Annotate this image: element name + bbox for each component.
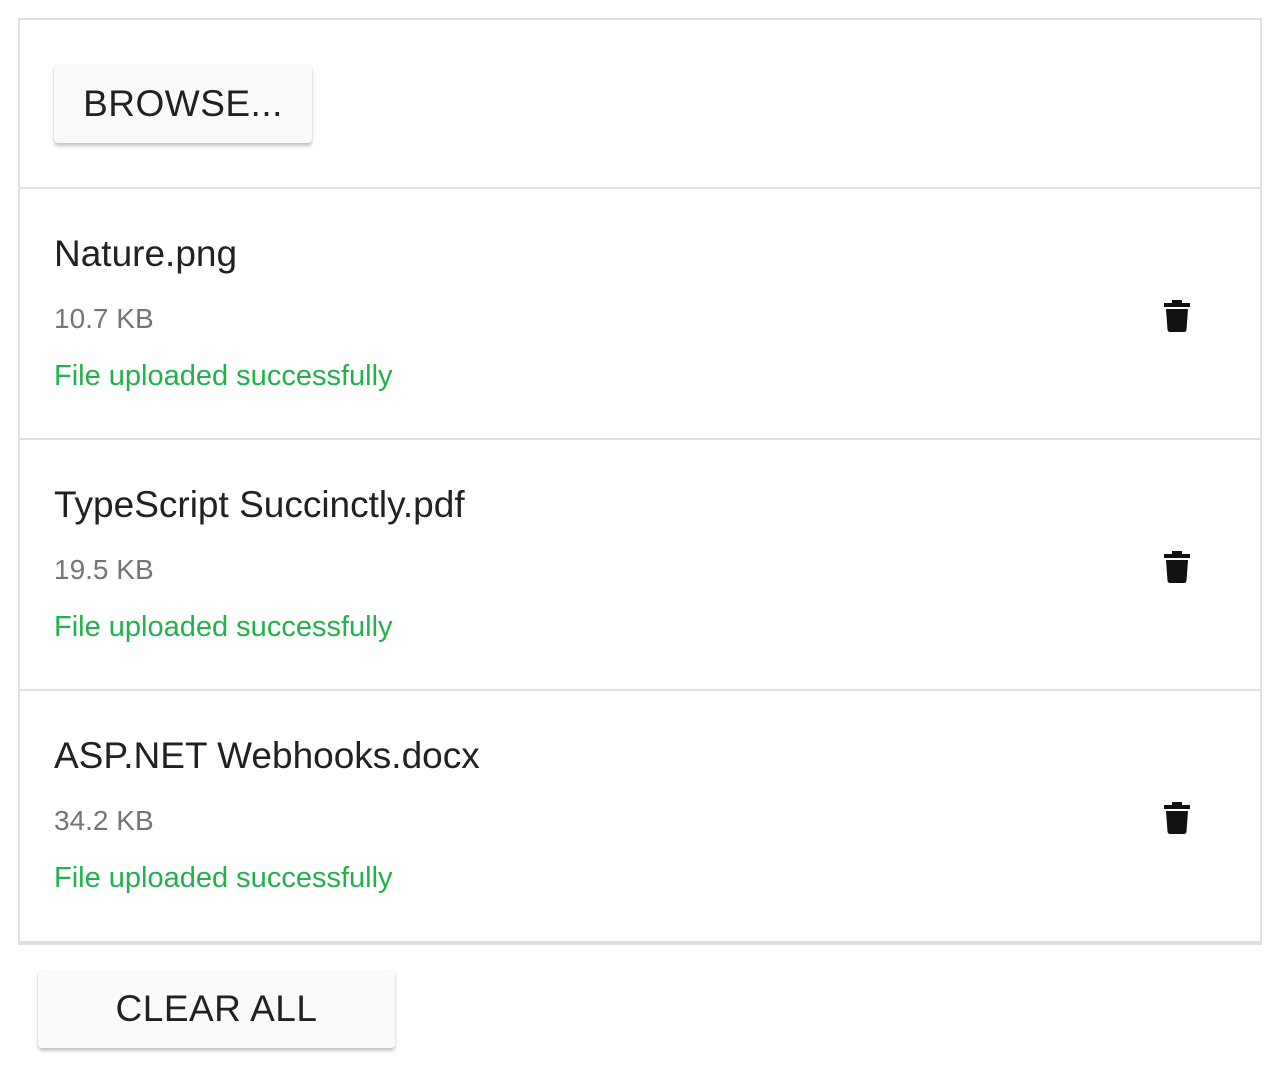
file-name: Nature.png: [54, 233, 238, 274]
file-name: TypeScript Succinctly.pdf: [54, 484, 465, 525]
delete-file-button[interactable]: [1156, 546, 1198, 588]
file-status: File uploaded successfully: [54, 360, 393, 392]
file-list-item: Nature.png 10.7 KB File uploaded success…: [20, 189, 1260, 440]
delete-file-button[interactable]: [1156, 295, 1198, 337]
uploaded-file-list: Nature.png 10.7 KB File uploaded success…: [20, 189, 1260, 940]
file-size: 19.5 KB: [54, 554, 154, 585]
file-size: 10.7 KB: [54, 303, 154, 334]
trash-icon: [1164, 802, 1190, 834]
file-name: ASP.NET Webhooks.docx: [54, 735, 480, 776]
file-size: 34.2 KB: [54, 805, 154, 836]
file-list-item: TypeScript Succinctly.pdf 19.5 KB File u…: [20, 440, 1260, 691]
file-status: File uploaded successfully: [54, 611, 393, 643]
file-status: File uploaded successfully: [54, 862, 393, 894]
file-list-item: ASP.NET Webhooks.docx 34.2 KB File uploa…: [20, 691, 1260, 940]
trash-icon: [1164, 300, 1190, 332]
file-uploader: BROWSE... Nature.png 10.7 KB File upload…: [18, 18, 1262, 945]
clear-all-button[interactable]: CLEAR ALL: [38, 970, 395, 1048]
trash-icon: [1164, 551, 1190, 583]
delete-file-button[interactable]: [1156, 797, 1198, 839]
upload-drop-area[interactable]: BROWSE...: [20, 20, 1260, 189]
browse-button[interactable]: BROWSE...: [54, 65, 312, 143]
